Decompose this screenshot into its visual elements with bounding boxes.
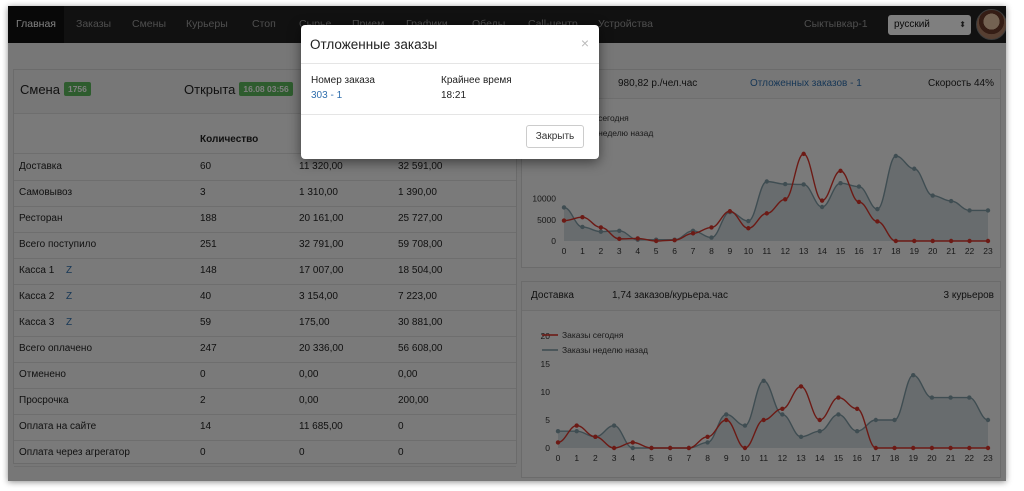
order-number-link[interactable]: 303 - 1 bbox=[311, 90, 342, 101]
close-icon[interactable]: × bbox=[581, 35, 589, 51]
postponed-orders-modal: Отложенные заказы × Номер заказа Крайнее… bbox=[301, 25, 599, 159]
order-number-header: Номер заказа bbox=[311, 75, 375, 86]
close-button[interactable]: Закрыть bbox=[526, 125, 584, 148]
modal-title: Отложенные заказы bbox=[310, 37, 438, 52]
deadline-header: Крайнее время bbox=[441, 75, 512, 86]
divider bbox=[301, 63, 599, 64]
divider bbox=[301, 114, 599, 115]
deadline-value: 18:21 bbox=[441, 90, 467, 101]
app-window: Главная Заказы Смены Курьеры Стоп Сырье … bbox=[8, 6, 1006, 481]
